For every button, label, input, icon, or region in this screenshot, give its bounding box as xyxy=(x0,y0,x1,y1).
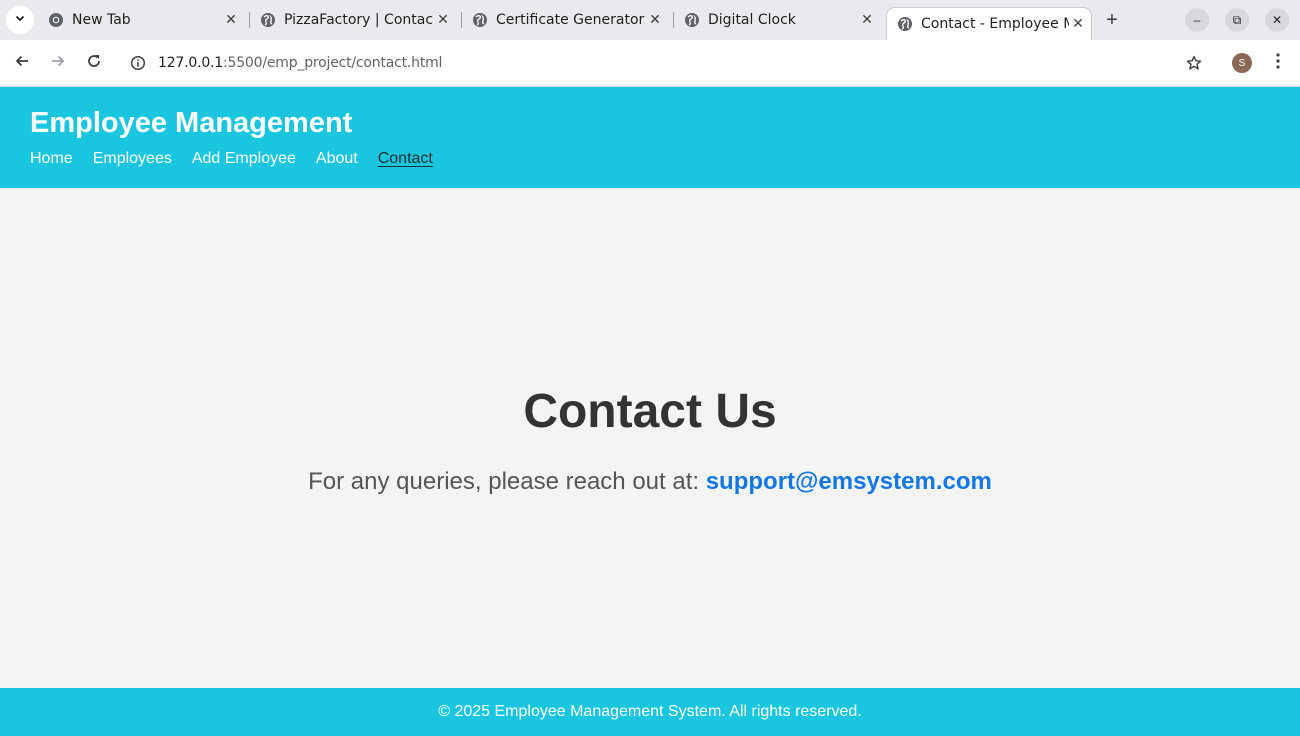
contact-heading: Contact Us xyxy=(523,385,777,438)
globe-icon xyxy=(897,16,913,32)
tab-contact-employee[interactable]: Contact - Employee M ✕ xyxy=(886,7,1092,40)
tab-close-icon[interactable]: ✕ xyxy=(1069,15,1087,33)
contact-prefix: For any queries, please reach out at: xyxy=(308,468,700,495)
arrow-right-icon xyxy=(50,53,66,74)
tab-close-icon[interactable]: ✕ xyxy=(434,11,452,29)
tab-pizzafactory[interactable]: PizzaFactory | Contac ✕ xyxy=(250,6,456,34)
reload-button[interactable] xyxy=(81,50,107,76)
site-header: Employee Management Home Employees Add E… xyxy=(0,87,1300,188)
url-path: :5500/emp_project/contact.html xyxy=(223,55,443,71)
bookmark-star-icon[interactable] xyxy=(1184,53,1204,73)
tab-title: New Tab xyxy=(72,12,131,28)
contact-text: For any queries, please reach out at: su… xyxy=(0,468,1300,496)
address-bar[interactable]: 127.0.0.1:5500/emp_project/contact.html xyxy=(120,46,1216,80)
tab-title: Certificate Generator xyxy=(496,12,645,28)
tab-title: Contact - Employee M xyxy=(921,16,1069,32)
globe-icon xyxy=(260,12,276,28)
tab-search-button[interactable] xyxy=(6,6,34,34)
browser-menu-button[interactable] xyxy=(1266,51,1290,75)
arrow-left-icon xyxy=(14,53,30,74)
back-button[interactable] xyxy=(9,50,35,76)
minimize-icon: – xyxy=(1193,13,1201,27)
nav-link-add-employee[interactable]: Add Employee xyxy=(192,150,296,168)
tab-close-icon[interactable]: ✕ xyxy=(646,11,664,29)
restore-button[interactable]: ⧉ xyxy=(1225,8,1249,32)
site-title: Employee Management xyxy=(30,107,353,139)
close-window-button[interactable]: ✕ xyxy=(1265,8,1289,32)
nav-link-home[interactable]: Home xyxy=(30,150,73,168)
tab-close-icon[interactable]: ✕ xyxy=(222,11,240,29)
nav-link-about[interactable]: About xyxy=(316,150,358,168)
reload-icon xyxy=(86,53,102,74)
url-host: 127.0.0.1 xyxy=(158,55,223,71)
site-footer: © 2025 Employee Management System. All r… xyxy=(0,688,1300,736)
footer-text: © 2025 Employee Management System. All r… xyxy=(438,703,862,720)
site-info-icon[interactable] xyxy=(121,46,155,80)
main-content: Contact Us For any queries, please reach… xyxy=(0,188,1300,688)
web-page: Employee Management Home Employees Add E… xyxy=(0,87,1300,736)
url-text: 127.0.0.1:5500/emp_project/contact.html xyxy=(158,55,442,71)
forward-button[interactable] xyxy=(45,50,71,76)
profile-avatar[interactable]: S xyxy=(1232,53,1252,73)
close-icon: ✕ xyxy=(1271,13,1283,27)
tab-title: PizzaFactory | Contac xyxy=(284,12,434,28)
nav-link-employees[interactable]: Employees xyxy=(93,150,172,168)
tab-digital-clock[interactable]: Digital Clock ✕ xyxy=(674,6,880,34)
nav-link-contact[interactable]: Contact xyxy=(378,150,433,168)
chevron-down-icon xyxy=(14,11,26,29)
globe-icon xyxy=(472,12,488,28)
contact-email-link[interactable]: support@emsystem.com xyxy=(706,468,992,495)
plus-icon: + xyxy=(1106,8,1118,31)
tab-close-icon[interactable]: ✕ xyxy=(858,11,876,29)
globe-icon xyxy=(684,12,700,28)
browser-tab-bar: New Tab ✕ PizzaFactory | Contac ✕ Certif… xyxy=(0,0,1300,40)
tab-certificate-generator[interactable]: Certificate Generator ✕ xyxy=(462,6,668,34)
site-nav: Home Employees Add Employee About Contac… xyxy=(30,150,453,168)
new-tab-button[interactable]: + xyxy=(1100,8,1124,32)
tab-new-tab[interactable]: New Tab ✕ xyxy=(38,6,244,34)
minimize-button[interactable]: – xyxy=(1185,8,1209,32)
browser-toolbar: 127.0.0.1:5500/emp_project/contact.html … xyxy=(0,40,1300,87)
more-vertical-icon xyxy=(1276,52,1280,74)
chrome-icon xyxy=(48,12,64,28)
restore-icon: ⧉ xyxy=(1232,12,1242,27)
tab-title: Digital Clock xyxy=(708,12,796,28)
